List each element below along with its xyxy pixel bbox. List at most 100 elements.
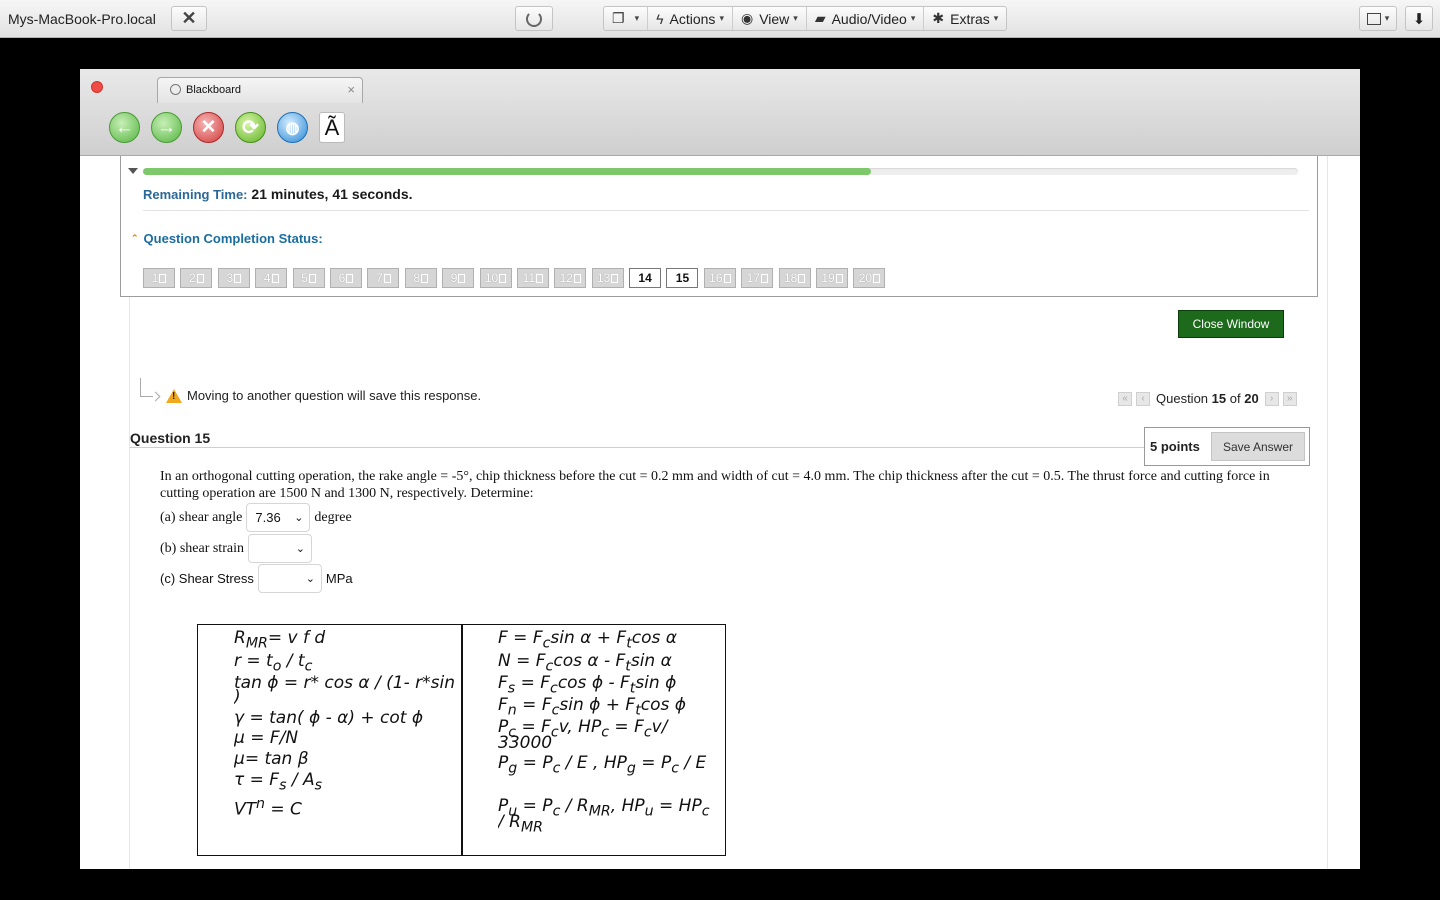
formula-friction-angle: μ= tan β: [234, 749, 309, 769]
time-progress-bar: [143, 168, 1298, 175]
part-a-unit: degree: [314, 509, 352, 525]
lightning-icon: ϟ: [656, 10, 664, 27]
question-nav-12[interactable]: 12: [554, 268, 587, 288]
question-nav-18[interactable]: 18: [778, 268, 811, 288]
disconnect-button[interactable]: ✕: [171, 6, 207, 31]
question-nav-label: 12: [559, 271, 573, 285]
download-button[interactable]: ⬇: [1405, 6, 1433, 31]
question-nav-20[interactable]: 20: [853, 268, 886, 288]
chevron-down-icon: ⌄: [294, 512, 304, 524]
formula-shear-strain: γ = tan( ϕ - α) + cot ϕ: [234, 708, 424, 728]
clipboard-button[interactable]: ❐ ▾: [604, 7, 649, 30]
back-arrow-icon: ←: [115, 116, 134, 138]
question-nav-4[interactable]: 4: [255, 268, 288, 288]
forward-button[interactable]: →: [151, 112, 182, 143]
saved-page-icon: [421, 273, 429, 283]
question-nav-7[interactable]: 7: [367, 268, 400, 288]
question-nav-label: 9: [450, 271, 458, 285]
question-nav-10[interactable]: 10: [479, 268, 512, 288]
shear-angle-select[interactable]: 7.36 ⌄: [246, 503, 311, 532]
font-size-button[interactable]: Ã: [319, 112, 345, 143]
saved-page-icon: [611, 273, 619, 283]
question-nav-label: 3: [226, 271, 234, 285]
question-nav-label: 8: [413, 271, 421, 285]
shear-strain-select[interactable]: ⌄: [247, 534, 312, 563]
part-a-label: (a) shear angle: [160, 509, 243, 525]
eye-icon: ◉: [740, 10, 754, 26]
saved-page-icon: [346, 273, 354, 283]
collapse-icon[interactable]: [128, 168, 138, 174]
saved-page-icon: [760, 273, 768, 283]
formula-metal-removal-rate: RMR= v f d: [234, 628, 326, 652]
question-nav-11[interactable]: 11: [516, 268, 549, 288]
question-nav-1[interactable]: 1: [143, 268, 175, 288]
menu-audio-video[interactable]: ▰ Audio/Video ▾: [807, 7, 925, 30]
saved-page-icon: [723, 273, 731, 283]
first-question-button[interactable]: «: [1118, 391, 1132, 406]
terminal-button[interactable]: ▾: [1359, 6, 1397, 31]
question-nav-label: 1: [151, 271, 159, 285]
formula-friction-force: F = Fcsin α + Ftcos α: [498, 628, 677, 652]
formula-shear-angle: tan ϕ = r* cos α / (1- r*sin α: [234, 673, 460, 693]
question-nav-17[interactable]: 17: [741, 268, 774, 288]
question-nav-14[interactable]: 14: [629, 268, 662, 288]
saved-page-icon: [499, 273, 507, 283]
remaining-minutes: 21: [251, 186, 267, 202]
question-nav-19[interactable]: 19: [816, 268, 849, 288]
question-nav-9[interactable]: 9: [442, 268, 475, 288]
saved-page-icon: [271, 273, 279, 283]
question-nav-16[interactable]: 16: [703, 268, 736, 288]
sync-button[interactable]: [515, 6, 553, 31]
saved-page-icon: [458, 273, 466, 283]
warning-icon: !: [166, 388, 182, 403]
globe-icon: ◍: [285, 119, 300, 137]
formula-unit-power-cont: / RMR: [498, 812, 544, 836]
question-nav-label: 2: [189, 271, 196, 285]
shear-stress-select[interactable]: ⌄: [257, 564, 322, 593]
save-answer-button[interactable]: Save Answer: [1211, 432, 1305, 461]
formula-shear-force: Fs = Fccos ϕ - Ftsin ϕ: [498, 673, 677, 697]
last-question-button[interactable]: »: [1282, 391, 1297, 406]
remaining-seconds: 41: [332, 186, 348, 202]
close-window-button[interactable]: Close Window: [1178, 310, 1284, 338]
formula-cutting-power-cont: 33000: [498, 733, 553, 753]
question-nav-label: 4: [263, 271, 271, 285]
back-button[interactable]: ←: [109, 112, 140, 143]
menu-view[interactable]: ◉ View ▾: [733, 7, 807, 30]
question-nav-label: 14: [638, 271, 652, 285]
completion-status-toggle[interactable]: ⌃ Question Completion Status:: [131, 231, 323, 246]
question-nav-2[interactable]: 2: [180, 268, 213, 288]
browser-window: Blackboard × ← → ✕ ⟳ ◍ Ã Remaining Time:…: [80, 69, 1360, 869]
tab-blackboard[interactable]: Blackboard ×: [157, 77, 363, 103]
tab-close-icon[interactable]: ×: [347, 82, 355, 97]
question-nav-label: 18: [783, 271, 798, 285]
question-nav-3[interactable]: 3: [217, 268, 250, 288]
question-text: In an orthogonal cutting operation, the …: [160, 469, 1270, 501]
formula-normal-force: N = Fccos α - Ftsin α: [498, 651, 672, 675]
question-nav-label: 6: [338, 271, 346, 285]
formula-gross-power: Pg = Pc / E , HPg = Pc / E: [498, 753, 707, 777]
expand-chevron-icon: ⌃: [131, 233, 139, 243]
menu-actions[interactable]: ϟ Actions ▾: [648, 7, 733, 30]
window-close-icon[interactable]: [91, 81, 103, 93]
seconds-word: seconds.: [351, 186, 413, 202]
prev-question-button[interactable]: ‹: [1136, 391, 1150, 406]
question-nav-label: 17: [746, 271, 760, 285]
question-nav-15[interactable]: 15: [666, 268, 699, 288]
remote-toolbar: Mys-MacBook-Pro.local ✕ ❐ ▾ ϟ Actions ▾ ◉ Vi…: [0, 0, 1440, 38]
stop-icon: ✕: [200, 117, 217, 138]
next-question-button[interactable]: ›: [1264, 391, 1279, 406]
question-nav-8[interactable]: 8: [404, 268, 437, 288]
question-nav-13[interactable]: 13: [591, 268, 624, 288]
part-c-label: (c) Shear Stress: [160, 571, 254, 586]
menu-extras[interactable]: ✱ Extras ▾: [924, 7, 1006, 30]
question-nav-6[interactable]: 6: [329, 268, 362, 288]
question-nav-5[interactable]: 5: [292, 268, 325, 288]
shear-angle-value: 7.36: [255, 510, 281, 525]
home-button[interactable]: ◍: [277, 112, 308, 143]
stop-button[interactable]: ✕: [193, 112, 224, 143]
saved-page-icon: [308, 273, 316, 283]
page-icon: [170, 84, 181, 95]
part-c-unit: MPa: [325, 571, 353, 586]
reload-button[interactable]: ⟳: [235, 112, 266, 143]
